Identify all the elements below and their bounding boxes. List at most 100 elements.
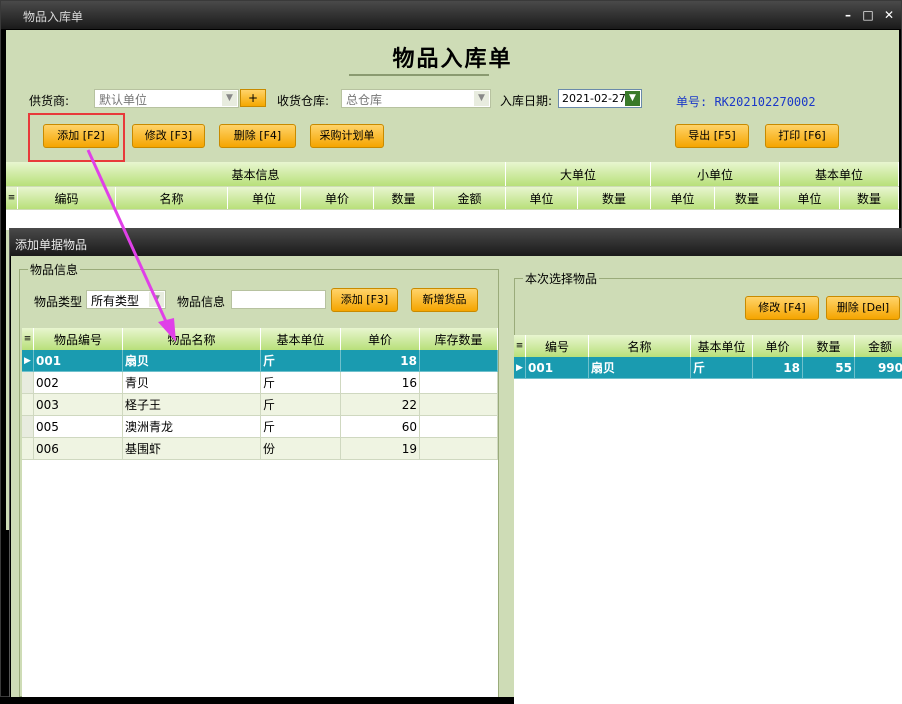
cell-price[interactable]: 22: [341, 394, 420, 416]
chevron-down-icon[interactable]: ▼: [149, 292, 164, 307]
add-item-dialog: 添加单据物品 物品信息 物品类型 所有类型 ▼ 物品信息 添加 [F3] 新增货…: [9, 228, 902, 704]
selected-items-grid[interactable]: ≡ 编号 名称 基本单位 单价 数量 金额 ▶ 001 扇贝斤 18 55 990: [514, 335, 902, 704]
column-header[interactable]: 单价: [301, 187, 374, 209]
cell-code[interactable]: 006: [34, 438, 123, 460]
table-row[interactable]: ▶ 001 扇贝斤 18: [22, 350, 498, 372]
column-header[interactable]: 数量: [374, 187, 434, 209]
group-header-large-unit: 大单位: [506, 162, 651, 186]
column-header[interactable]: 基本单位: [261, 328, 341, 350]
print-button[interactable]: 打印 [F6]: [765, 124, 839, 148]
cell-unit[interactable]: 斤: [261, 350, 341, 372]
cell-unit[interactable]: 份: [261, 438, 341, 460]
cell-price[interactable]: 60: [341, 416, 420, 438]
cell-unit[interactable]: 斤: [261, 416, 341, 438]
cell-name[interactable]: 扇贝: [123, 350, 261, 372]
table-row[interactable]: 003 柽子王斤 22: [22, 394, 498, 416]
cell-code[interactable]: 001: [34, 350, 123, 372]
chevron-down-icon[interactable]: ▼: [222, 91, 237, 106]
dialog-title-bar[interactable]: 添加单据物品: [10, 228, 902, 256]
row-indicator[interactable]: [22, 438, 34, 460]
column-header[interactable]: 编码: [18, 187, 116, 209]
main-grid-body[interactable]: [6, 210, 899, 230]
table-row[interactable]: 006 基围虾份 19: [22, 438, 498, 460]
column-header[interactable]: 物品名称: [123, 328, 261, 350]
row-indicator[interactable]: [22, 416, 34, 438]
item-search-input[interactable]: [231, 290, 326, 309]
main-title-bar[interactable]: 物品入库单 – □ ✕: [1, 1, 901, 29]
calendar-dropdown-icon[interactable]: ▼: [625, 91, 640, 106]
cell-stock[interactable]: [420, 416, 498, 438]
category-label: 物品类型: [34, 295, 83, 309]
row-indicator[interactable]: ▶: [514, 357, 526, 379]
column-header[interactable]: 名称: [589, 335, 691, 357]
dialog-delete-button[interactable]: 删除 [Del]: [826, 296, 900, 320]
cell-code[interactable]: 002: [34, 372, 123, 394]
column-header[interactable]: 物品编号: [34, 328, 123, 350]
column-header[interactable]: 金额: [434, 187, 506, 209]
close-icon[interactable]: ✕: [880, 6, 898, 24]
column-header[interactable]: 数量: [840, 187, 899, 209]
table-row[interactable]: ▶ 001 扇贝斤 18 55 990: [514, 357, 902, 379]
cell-code[interactable]: 001: [526, 357, 589, 379]
table-row[interactable]: 002 青贝斤 16: [22, 372, 498, 394]
cell-unit[interactable]: 斤: [261, 394, 341, 416]
purchase-plan-button[interactable]: 采购计划单: [310, 124, 384, 148]
cell-name[interactable]: 柽子王: [123, 394, 261, 416]
cell-price[interactable]: 16: [341, 372, 420, 394]
supplier-label: 供货商:: [29, 94, 70, 108]
warehouse-select[interactable]: 总仓库 ▼: [341, 89, 491, 108]
column-header[interactable]: 库存数量: [420, 328, 498, 350]
column-header[interactable]: 数量: [803, 335, 855, 357]
column-header[interactable]: 单位: [228, 187, 301, 209]
cell-stock[interactable]: [420, 394, 498, 416]
export-button[interactable]: 导出 [F5]: [675, 124, 749, 148]
row-indicator[interactable]: [22, 372, 34, 394]
edit-button[interactable]: 修改 [F3]: [132, 124, 205, 148]
cell-amount[interactable]: 990: [855, 357, 902, 379]
new-item-button[interactable]: 新增货品: [411, 288, 478, 312]
row-indicator[interactable]: [22, 394, 34, 416]
cell-price[interactable]: 19: [341, 438, 420, 460]
supplier-select[interactable]: 默认单位 ▼: [94, 89, 239, 108]
cell-name[interactable]: 澳洲青龙: [123, 416, 261, 438]
cell-unit[interactable]: 斤: [691, 357, 753, 379]
cell-price[interactable]: 18: [753, 357, 803, 379]
column-header[interactable]: 数量: [578, 187, 651, 209]
chevron-down-icon[interactable]: ▼: [474, 91, 489, 106]
dialog-add-button[interactable]: 添加 [F3]: [331, 288, 398, 312]
cell-name[interactable]: 扇贝: [589, 357, 691, 379]
row-indicator[interactable]: ▶: [22, 350, 34, 372]
category-select[interactable]: 所有类型 ▼: [86, 290, 166, 309]
cell-name[interactable]: 青贝: [123, 372, 261, 394]
dialog-edit-button[interactable]: 修改 [F4]: [745, 296, 819, 320]
column-header[interactable]: 数量: [715, 187, 780, 209]
delete-button[interactable]: 删除 [F4]: [219, 124, 296, 148]
cell-unit[interactable]: 斤: [261, 372, 341, 394]
cell-code[interactable]: 003: [34, 394, 123, 416]
item-list-grid[interactable]: ≡ 物品编号 物品名称 基本单位 单价 库存数量 ▶ 001 扇贝斤 18 002 青贝斤…: [22, 328, 498, 697]
column-header[interactable]: 基本单位: [691, 335, 753, 357]
column-header[interactable]: 编号: [526, 335, 589, 357]
date-picker[interactable]: 2021-02-27 ▼: [558, 89, 642, 108]
table-row[interactable]: 005 澳洲青龙斤 60: [22, 416, 498, 438]
column-header[interactable]: 单位: [506, 187, 578, 209]
minimize-icon[interactable]: –: [839, 6, 857, 24]
column-header[interactable]: 单位: [780, 187, 840, 209]
cell-stock[interactable]: [420, 372, 498, 394]
maximize-icon[interactable]: □: [859, 6, 877, 24]
column-header[interactable]: 单位: [651, 187, 715, 209]
column-header[interactable]: 单价: [753, 335, 803, 357]
column-header[interactable]: 金额: [855, 335, 902, 357]
selected-items-group-title: 本次选择物品: [523, 270, 600, 287]
group-header-basic-info: 基本信息: [6, 162, 506, 186]
cell-qty[interactable]: 55: [803, 357, 855, 379]
cell-stock[interactable]: [420, 438, 498, 460]
cell-name[interactable]: 基围虾: [123, 438, 261, 460]
column-header[interactable]: 名称: [116, 187, 228, 209]
cell-stock[interactable]: [420, 350, 498, 372]
add-supplier-button[interactable]: +: [240, 89, 266, 107]
cell-price[interactable]: 18: [341, 350, 420, 372]
cell-code[interactable]: 005: [34, 416, 123, 438]
column-header[interactable]: 单价: [341, 328, 420, 350]
category-value: 所有类型: [91, 294, 140, 308]
